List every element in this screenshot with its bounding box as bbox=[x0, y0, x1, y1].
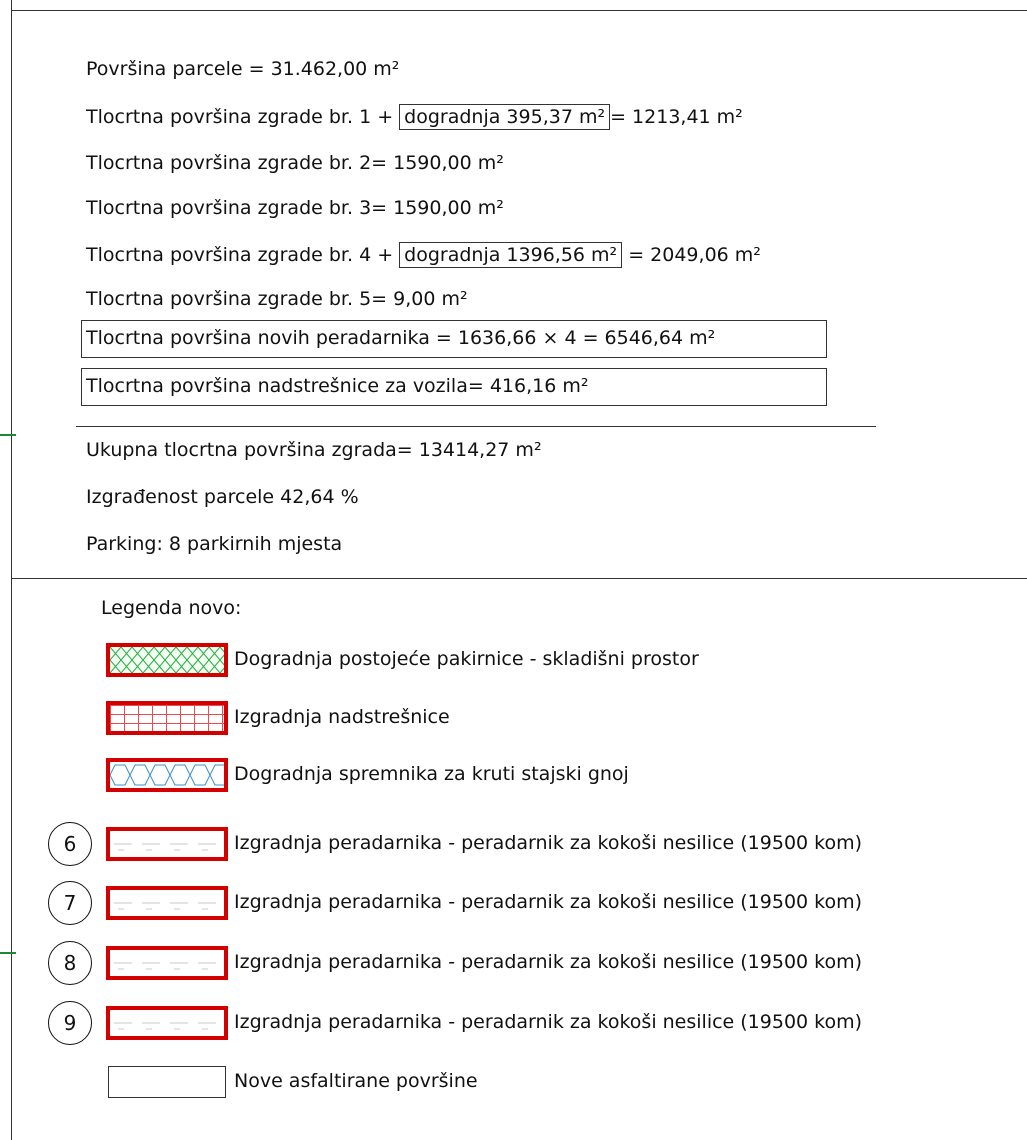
poultry-number-badge: 9 bbox=[48, 1001, 92, 1045]
total-area: Ukupna tlocrtna površina zgrada= 13414,2… bbox=[86, 439, 542, 461]
legend-title: Legenda novo: bbox=[101, 597, 242, 619]
building-1-area: Tlocrtna površina zgrade br. 1 + dogradn… bbox=[86, 104, 743, 130]
poultry-area: Tlocrtna površina novih peradarnika = 16… bbox=[86, 327, 716, 349]
green-marker bbox=[0, 952, 16, 954]
legend-label: Izgradnja peradarnika - peradarnik za ko… bbox=[234, 1011, 863, 1033]
building-2-area: Tlocrtna površina zgrade br. 2= 1590,00 … bbox=[86, 152, 504, 174]
legend-label: Dogradnja postojeće pakirnice - skladišn… bbox=[234, 648, 699, 670]
drawing-frame-left bbox=[11, 0, 12, 1140]
legend-label: Izgradnja peradarnika - peradarnik za ko… bbox=[234, 951, 863, 973]
building-1-extension-box: dogradnja 395,37 m² bbox=[399, 104, 611, 130]
parking-info: Parking: 8 parkirnih mjesta bbox=[86, 533, 343, 555]
drawing-frame-top bbox=[11, 10, 1027, 11]
legend-swatch-grey-dash bbox=[106, 946, 228, 980]
legend-label: Dogradnja spremnika za kruti stajski gno… bbox=[234, 763, 629, 785]
building-5-area: Tlocrtna površina zgrade br. 5= 9,00 m² bbox=[86, 288, 468, 310]
built-up-ratio: Izgrađenost parcele 42,64 % bbox=[86, 486, 359, 508]
building-4-extension-box: dogradnja 1396,56 m² bbox=[399, 242, 623, 268]
legend-swatch-grey-dash bbox=[106, 1006, 228, 1040]
legend-swatch-blue-hexagon bbox=[106, 758, 228, 792]
building-3-area: Tlocrtna površina zgrade br. 3= 1590,00 … bbox=[86, 197, 504, 219]
legend-label: Izgradnja peradarnika - peradarnik za ko… bbox=[234, 891, 863, 913]
legend-swatch-grey-dash bbox=[106, 886, 228, 920]
canopy-area: Tlocrtna površina nadstrešnice za vozila… bbox=[86, 375, 589, 397]
poultry-number-badge: 6 bbox=[48, 822, 92, 866]
legend-swatch-plain bbox=[108, 1066, 226, 1098]
legend-swatch-green-crosshatch bbox=[106, 643, 228, 677]
poultry-number-badge: 8 bbox=[48, 941, 92, 985]
sum-line bbox=[76, 426, 876, 427]
green-marker bbox=[0, 434, 16, 436]
legend-swatch-grey-dash bbox=[106, 827, 228, 861]
poultry-number-badge: 7 bbox=[48, 881, 92, 925]
legend-label: Izgradnja peradarnika - peradarnik za ko… bbox=[234, 832, 863, 854]
section-divider bbox=[11, 578, 1027, 579]
parcel-area: Površina parcele = 31.462,00 m² bbox=[86, 58, 400, 80]
building-4-area: Tlocrtna površina zgrade br. 4 + dogradn… bbox=[86, 242, 761, 268]
legend-swatch-red-grid bbox=[106, 701, 228, 735]
legend-label: Nove asfaltirane površine bbox=[234, 1070, 478, 1092]
legend-label: Izgradnja nadstrešnice bbox=[234, 706, 450, 728]
